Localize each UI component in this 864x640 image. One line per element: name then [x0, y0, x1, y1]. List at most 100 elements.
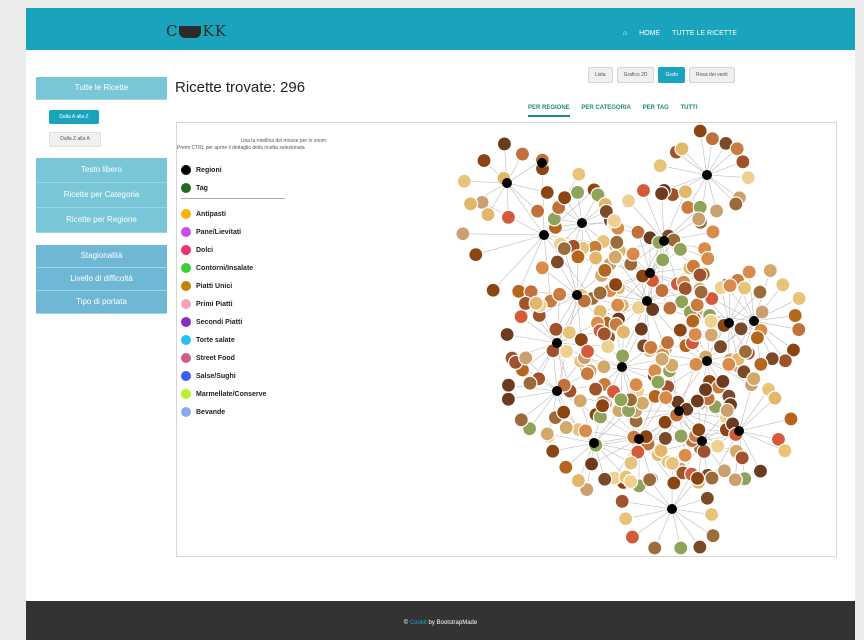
recipe-node[interactable] [689, 297, 705, 313]
recipe-node[interactable] [468, 247, 484, 263]
recipe-node[interactable] [462, 196, 479, 212]
recipe-node[interactable] [569, 184, 586, 201]
recipe-node[interactable] [613, 392, 629, 408]
recipe-node[interactable] [614, 348, 631, 364]
recipe-node[interactable] [643, 339, 659, 356]
recipe-node[interactable] [752, 284, 768, 300]
recipe-node[interactable] [558, 419, 574, 436]
recipe-node[interactable] [691, 422, 707, 438]
recipe-node[interactable] [528, 295, 544, 311]
sort-za-button[interactable]: Dalla Z alla A [49, 132, 101, 147]
recipe-node[interactable] [699, 490, 715, 506]
view-graph-button[interactable]: Grafo [658, 67, 685, 83]
recipe-node[interactable] [703, 327, 719, 343]
recipe-node[interactable] [775, 277, 791, 293]
recipe-node[interactable] [597, 262, 613, 279]
recipe-node[interactable] [623, 473, 639, 490]
recipe-node[interactable] [704, 131, 721, 147]
recipe-node[interactable] [625, 246, 641, 262]
region-node[interactable] [674, 406, 684, 416]
tab-by-region[interactable]: PER REGIONE [528, 105, 570, 117]
recipe-node[interactable] [685, 313, 701, 329]
recipe-node[interactable] [549, 254, 565, 270]
recipe-node[interactable] [513, 309, 529, 325]
sort-az-button[interactable]: Dalla A alla Z [49, 110, 99, 124]
recipe-node[interactable] [522, 375, 538, 391]
recipe-node[interactable] [729, 141, 745, 157]
recipe-node[interactable] [615, 324, 632, 340]
tab-by-category[interactable]: PER CATEGORIA [581, 105, 631, 115]
region-node[interactable] [697, 436, 707, 446]
recipe-node[interactable] [570, 249, 586, 265]
recipe-node[interactable] [609, 234, 625, 250]
site-logo[interactable]: C KK [166, 22, 227, 40]
recipe-node[interactable] [455, 226, 471, 242]
recipe-node[interactable] [674, 141, 690, 157]
recipe-node[interactable] [737, 344, 754, 360]
region-node[interactable] [537, 158, 547, 168]
recipe-node[interactable] [496, 136, 513, 152]
recipe-node[interactable] [696, 443, 712, 460]
recipe-node[interactable] [476, 152, 492, 169]
recipe-node[interactable] [735, 154, 751, 170]
recipe-node[interactable] [703, 313, 719, 329]
recipe-node[interactable] [620, 193, 637, 209]
sidebar-item-by-category[interactable]: Ricette per Categoria [36, 183, 167, 208]
recipe-node[interactable] [722, 278, 738, 294]
recipe-node[interactable] [691, 211, 707, 227]
recipe-node[interactable] [736, 280, 753, 296]
recipe-node[interactable] [628, 377, 644, 393]
recipe-node[interactable] [551, 286, 568, 302]
region-node[interactable] [642, 296, 652, 306]
footer-site-link[interactable]: Cookit [410, 620, 427, 626]
recipe-node[interactable] [657, 430, 673, 447]
recipe-node[interactable] [762, 262, 778, 279]
recipe-node[interactable] [749, 330, 766, 346]
recipe-node[interactable] [583, 456, 600, 472]
recipe-node[interactable] [558, 343, 575, 360]
recipe-node[interactable] [677, 447, 693, 463]
recipe-node[interactable] [700, 250, 716, 267]
recipe-node[interactable] [635, 182, 652, 199]
recipe-node[interactable] [791, 290, 807, 307]
recipe-node[interactable] [677, 184, 694, 200]
recipe-node[interactable] [733, 321, 749, 337]
recipe-node[interactable] [708, 203, 725, 219]
recipe-node[interactable] [673, 428, 689, 444]
recipe-node[interactable] [727, 472, 743, 488]
recipe-node[interactable] [514, 146, 531, 162]
recipe-node[interactable] [570, 472, 586, 489]
recipe-node[interactable] [704, 470, 720, 486]
recipe-node[interactable] [571, 166, 587, 182]
recipe-node[interactable] [715, 373, 731, 390]
recipe-node[interactable] [485, 282, 501, 298]
region-node[interactable] [552, 338, 562, 348]
region-node[interactable] [724, 318, 734, 328]
region-node[interactable] [702, 170, 712, 180]
sidebar-all-recipes[interactable]: Tutte le Ricette [36, 77, 167, 100]
region-node[interactable] [617, 362, 627, 372]
recipe-node[interactable] [650, 374, 666, 390]
recipe-node[interactable] [734, 450, 750, 466]
recipe-node[interactable] [513, 412, 529, 428]
region-node[interactable] [634, 434, 644, 444]
recipe-node[interactable] [721, 356, 737, 373]
recipe-node[interactable] [693, 284, 709, 300]
sidebar-item-seasonality[interactable]: Stagionalità [36, 245, 167, 268]
recipe-node[interactable] [705, 224, 721, 240]
recipe-node[interactable] [692, 539, 708, 555]
recipe-node[interactable] [534, 260, 550, 276]
recipe-node[interactable] [539, 426, 555, 442]
nav-link-all-recipes[interactable]: TUTTE LE RICETTE [672, 30, 737, 37]
recipe-node[interactable] [500, 209, 517, 225]
recipe-node[interactable] [705, 528, 721, 544]
recipe-node[interactable] [655, 252, 671, 268]
sidebar-item-by-region[interactable]: Ricette per Regione [36, 208, 167, 233]
recipe-node[interactable] [518, 350, 534, 366]
recipe-node[interactable] [587, 381, 604, 397]
sidebar-item-free-text[interactable]: Testo libero [36, 158, 167, 183]
recipe-node[interactable] [480, 206, 496, 223]
recipe-node[interactable] [623, 455, 639, 471]
recipe-node[interactable] [777, 443, 793, 459]
recipe-node[interactable] [579, 366, 595, 382]
